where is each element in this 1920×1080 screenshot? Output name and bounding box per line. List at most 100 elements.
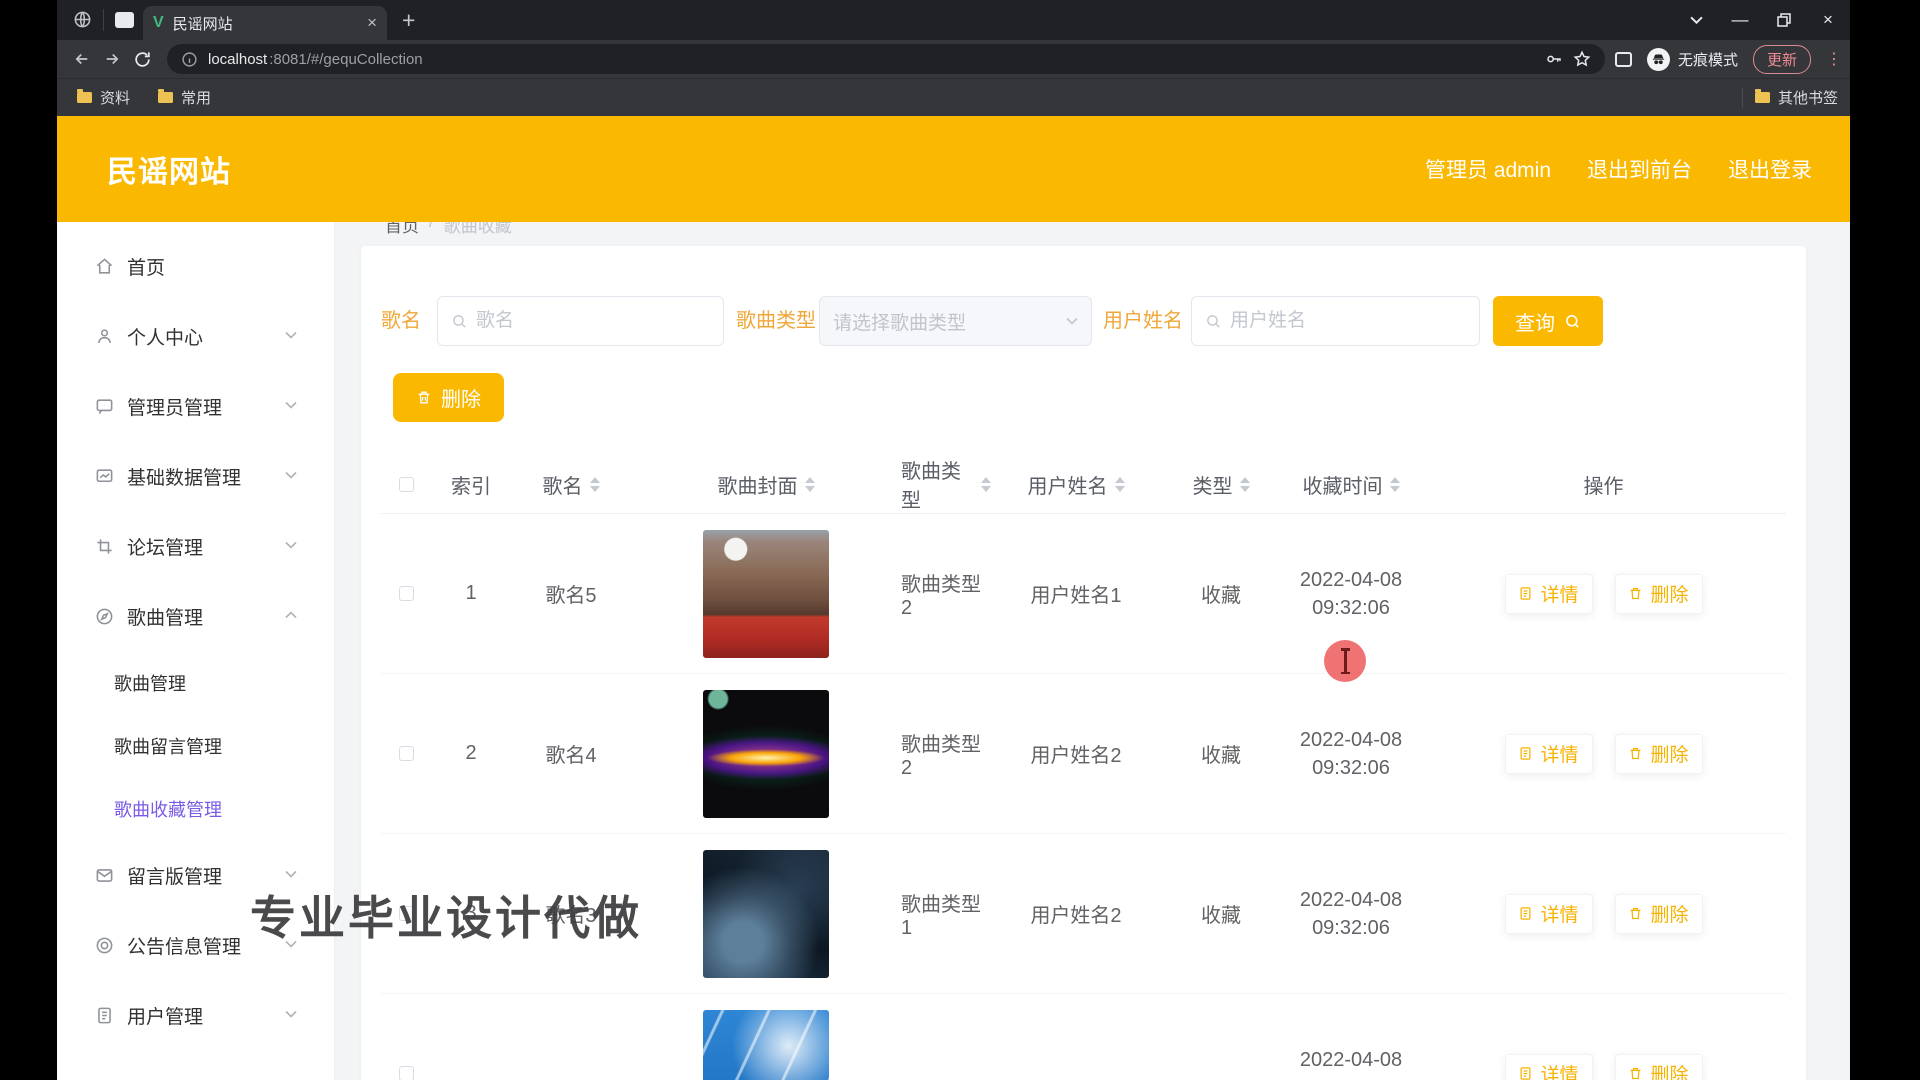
song-name-input[interactable]: [476, 310, 721, 332]
incognito-badge: 无痕模式: [1647, 48, 1738, 71]
restore-button[interactable]: [1762, 0, 1806, 40]
bookmark-star-icon[interactable]: [1573, 50, 1591, 68]
song-type: 歌曲类型1: [901, 888, 991, 940]
sidebar-item-admin-management[interactable]: 管理员管理: [57, 371, 334, 441]
side-panel-icon[interactable]: [1615, 52, 1632, 67]
text-cursor-icon: [1344, 650, 1347, 672]
col-cover[interactable]: 歌曲封面: [631, 470, 901, 499]
row-checkbox[interactable]: [399, 586, 414, 601]
sidebar-item-basic-data-management[interactable]: 基础数据管理: [57, 441, 334, 511]
other-bookmarks-label: 其他书签: [1778, 87, 1838, 108]
col-song-type[interactable]: 歌曲类型: [901, 455, 991, 513]
sidebar-item-user-management[interactable]: 用户管理: [57, 980, 334, 1050]
delete-button[interactable]: 删除: [1615, 574, 1703, 614]
detail-button[interactable]: 详情: [1505, 734, 1593, 774]
menu-kebab-icon[interactable]: ⋮: [1826, 57, 1834, 62]
pinned-tab-icon[interactable]: [115, 12, 134, 28]
col-user[interactable]: 用户姓名: [991, 470, 1161, 499]
bulk-delete-button[interactable]: 删除: [393, 373, 504, 422]
song-type-select[interactable]: 请选择歌曲类型: [819, 296, 1092, 346]
new-tab-button[interactable]: +: [402, 8, 415, 32]
delete-button[interactable]: 删除: [1615, 1054, 1703, 1080]
info-icon[interactable]: [181, 51, 198, 68]
sidebar-item-home[interactable]: 首页: [57, 231, 334, 301]
filter-row: 歌名 歌曲类型 请选择歌曲类型 用户姓名 查询: [361, 296, 1806, 346]
tab-close-icon[interactable]: ×: [367, 13, 377, 33]
sort-icon[interactable]: [1240, 477, 1250, 492]
filter-user-label: 用户姓名: [1103, 296, 1183, 346]
incognito-label: 无痕模式: [1678, 49, 1738, 70]
back-icon[interactable]: [67, 50, 97, 68]
address-bar[interactable]: localhost:8081/#/gequCollection: [167, 44, 1605, 74]
sidebar-item-personal-center[interactable]: 个人中心: [57, 301, 334, 371]
table-row: 2 歌名4 歌曲类型2 用户姓名2 收藏 2022-04-0809:32:06 …: [381, 674, 1786, 834]
user-name: 用户姓名2: [991, 739, 1161, 768]
tab-search-chevron-icon[interactable]: [1674, 0, 1718, 40]
forward-icon[interactable]: [97, 50, 127, 68]
delete-button[interactable]: 删除: [1615, 894, 1703, 934]
song-name: 歌名4: [511, 739, 631, 768]
sidebar-item-forum-management[interactable]: 论坛管理: [57, 511, 334, 581]
row-index: 1: [431, 582, 511, 605]
album-cover: [703, 530, 829, 658]
chevron-down-icon: [285, 541, 297, 549]
filter-type-label: 歌曲类型: [736, 296, 816, 346]
search-button[interactable]: 查询: [1493, 296, 1603, 346]
search-icon: [1564, 313, 1581, 330]
delete-button[interactable]: 删除: [1615, 734, 1703, 774]
sidebar-subitem-song-management[interactable]: 歌曲管理: [57, 651, 334, 714]
col-song-name[interactable]: 歌名: [511, 470, 631, 499]
minimize-button[interactable]: —: [1718, 0, 1762, 40]
update-button[interactable]: 更新: [1753, 45, 1811, 74]
detail-button[interactable]: 详情: [1505, 894, 1593, 934]
divider: [1742, 88, 1743, 108]
song-type: 歌曲类型2: [901, 728, 991, 780]
sort-icon[interactable]: [590, 477, 600, 492]
search-icon: [451, 313, 468, 330]
user-name-input[interactable]: [1230, 310, 1475, 332]
album-cover: [703, 690, 829, 818]
row-checkbox[interactable]: [399, 746, 414, 761]
bookmark-item[interactable]: 常用: [158, 87, 211, 108]
browser-tab[interactable]: V 民谣网站 ×: [143, 6, 387, 40]
user-icon: [95, 327, 114, 346]
select-placeholder: 请选择歌曲类型: [833, 308, 966, 335]
exit-to-front-link[interactable]: 退出到前台: [1587, 154, 1692, 184]
category: 收藏: [1161, 579, 1281, 608]
logout-link[interactable]: 退出登录: [1728, 154, 1812, 184]
table-header: 索引 歌名 歌曲封面 歌曲类型 用户姓名 类型 收藏时间 操作: [381, 455, 1786, 514]
detail-button[interactable]: 详情: [1505, 1054, 1593, 1080]
sort-icon[interactable]: [805, 477, 815, 492]
close-window-button[interactable]: ×: [1806, 0, 1850, 40]
select-all-checkbox[interactable]: [399, 477, 414, 492]
col-ops: 操作: [1421, 470, 1786, 499]
row-checkbox[interactable]: [399, 1066, 414, 1080]
sidebar-subitem-song-collection-management[interactable]: 歌曲收藏管理: [57, 777, 334, 840]
chevron-down-icon: [1066, 317, 1078, 325]
col-category[interactable]: 类型: [1161, 470, 1281, 499]
category: 收藏: [1161, 899, 1281, 928]
document-icon: [95, 1006, 114, 1025]
bookmark-item[interactable]: 资料: [77, 87, 130, 108]
sort-icon[interactable]: [981, 477, 991, 492]
search-icon: [1205, 313, 1222, 330]
globe-icon[interactable]: [73, 10, 92, 29]
password-key-icon[interactable]: [1545, 50, 1563, 68]
circle-dot-icon: [95, 936, 114, 955]
other-bookmarks-button[interactable]: 其他书签: [1755, 87, 1838, 108]
watermark-text: 专业毕业设计代做: [250, 882, 642, 948]
collect-time: 09:32:06: [1312, 914, 1390, 942]
sort-icon[interactable]: [1115, 477, 1125, 492]
mouse-cursor-highlight: [1324, 640, 1366, 682]
admin-user-label: 管理员 admin: [1425, 154, 1551, 184]
detail-button[interactable]: 详情: [1505, 574, 1593, 614]
reload-icon[interactable]: [127, 50, 157, 69]
incognito-icon: [1647, 48, 1670, 71]
album-cover: [703, 850, 829, 978]
collect-date: 2022-04-08: [1300, 566, 1402, 594]
sort-icon[interactable]: [1390, 477, 1400, 492]
col-time[interactable]: 收藏时间: [1281, 470, 1421, 499]
sidebar-item-song-management[interactable]: 歌曲管理: [57, 581, 334, 651]
chevron-down-icon: [285, 471, 297, 479]
sidebar-subitem-song-comment-management[interactable]: 歌曲留言管理: [57, 714, 334, 777]
